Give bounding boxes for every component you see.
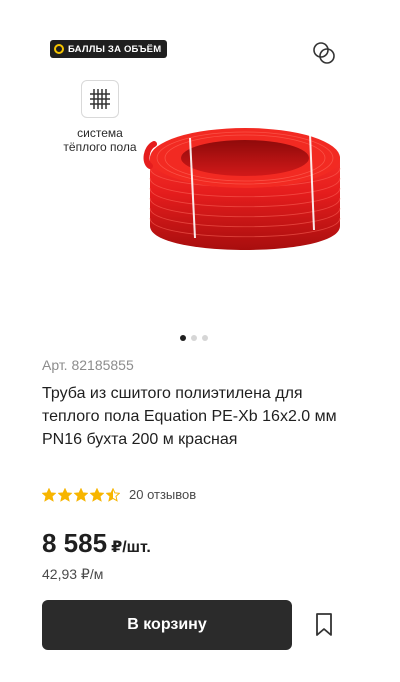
feature-label-line2: тёплого пола bbox=[63, 140, 137, 154]
product-price: 8 585 ₽/шт. bbox=[42, 528, 151, 559]
gallery-dot[interactable] bbox=[202, 335, 208, 341]
star-full-icon bbox=[42, 487, 56, 502]
promo-badge[interactable]: БАЛЛЫ ЗА ОБЪЁМ bbox=[50, 40, 168, 58]
feature-label-line1: система bbox=[77, 126, 123, 140]
gallery-dot[interactable] bbox=[180, 335, 186, 341]
price-amount: 8 585 bbox=[42, 528, 108, 558]
product-rating: 20 отзывов bbox=[42, 487, 196, 502]
rating-stars bbox=[42, 487, 120, 502]
compare-icon bbox=[313, 42, 335, 64]
product-card: БАЛЛЫ ЗА ОБЪЁМ система тёплого пола Арт.… bbox=[0, 0, 400, 682]
add-to-cart-button[interactable]: В корзину bbox=[42, 600, 292, 650]
pipe-coil-image bbox=[143, 128, 341, 250]
product-image[interactable] bbox=[140, 98, 360, 274]
star-half-icon bbox=[106, 487, 120, 502]
gallery-pagination bbox=[180, 335, 208, 341]
feature-heated-floor: система тёплого пола bbox=[50, 80, 150, 154]
star-full-icon bbox=[90, 487, 104, 502]
star-full-icon bbox=[74, 487, 88, 502]
coin-icon bbox=[54, 44, 64, 54]
price-unit: ₽/шт. bbox=[111, 539, 151, 556]
unit-price: 42,93 ₽/м bbox=[42, 566, 104, 582]
product-title[interactable]: Труба из сшитого полиэтилена для теплого… bbox=[42, 382, 362, 451]
feature-icon-box bbox=[81, 80, 119, 118]
feature-label: система тёплого пола bbox=[50, 126, 150, 154]
favorite-button[interactable] bbox=[310, 610, 338, 640]
star-full-icon bbox=[58, 487, 72, 502]
promo-badge-label: БАЛЛЫ ЗА ОБЪЁМ bbox=[68, 43, 162, 55]
gallery-dot[interactable] bbox=[191, 335, 197, 341]
compare-button[interactable] bbox=[309, 38, 339, 68]
product-sku: Арт. 82185855 bbox=[42, 357, 134, 373]
bookmark-icon bbox=[316, 613, 332, 636]
reviews-link[interactable]: 20 отзывов bbox=[129, 487, 196, 502]
heated-floor-grid-icon bbox=[90, 89, 110, 109]
